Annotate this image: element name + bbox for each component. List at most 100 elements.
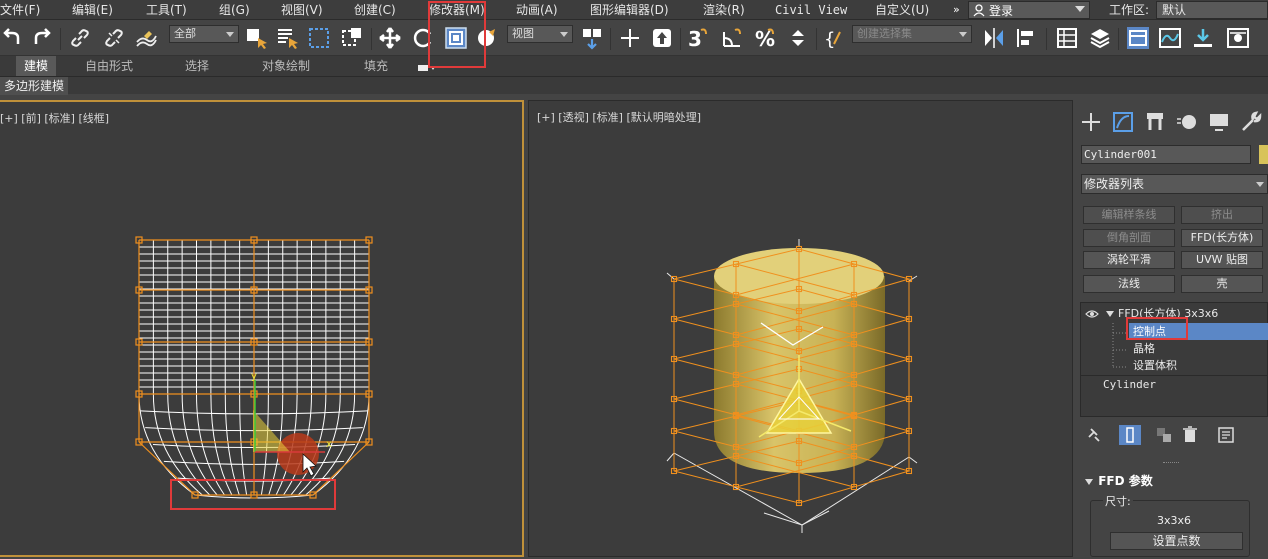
stack-item-ffd[interactable]: FFD(长方体) 3x3x6: [1085, 305, 1218, 322]
tab-freeform[interactable]: 自由形式: [85, 56, 133, 76]
rect-selection-region-icon[interactable]: [307, 26, 331, 50]
login-dropdown[interactable]: 登录: [968, 1, 1090, 19]
utilities-tab-icon[interactable]: [1239, 110, 1263, 134]
tab-polygon-modeling[interactable]: 多边形建模: [0, 77, 69, 95]
create-tab-icon[interactable]: [1079, 110, 1103, 134]
ffd-box-button[interactable]: FFD(长方体): [1181, 229, 1263, 247]
select-manipulate-icon[interactable]: [618, 26, 642, 50]
workspace-label: 工作区:: [1109, 3, 1150, 17]
layer-explorer-icon[interactable]: [1088, 26, 1112, 50]
object-name-field[interactable]: Cylinder001: [1081, 145, 1251, 164]
eye-icon[interactable]: [1085, 309, 1099, 319]
menu-graph-editors[interactable]: 图形编辑器(D): [590, 0, 669, 20]
perspective-viewport[interactable]: [+] [透视] [标准] [默认明暗处理]: [528, 100, 1073, 557]
bind-space-warp-icon[interactable]: [134, 26, 158, 50]
front-viewport[interactable]: [+] [前] [标准] [线框] y x: [0, 100, 524, 557]
front-view-gizmo: y x: [251, 371, 332, 477]
workspace-value: 默认: [1162, 3, 1187, 17]
workspace-dropdown[interactable]: 默认: [1156, 1, 1268, 19]
spinner-snap-icon[interactable]: [786, 26, 810, 50]
extrude-button[interactable]: 挤出: [1181, 206, 1263, 224]
move-icon[interactable]: [378, 26, 402, 50]
rotate-gizmo-sphere[interactable]: [277, 433, 319, 475]
select-and-place-icon[interactable]: [475, 26, 499, 50]
display-tab-icon[interactable]: [1207, 110, 1231, 134]
reference-coordinate-value: 视图: [512, 27, 534, 40]
toolbar-divider: [60, 28, 61, 50]
select-by-name-icon[interactable]: [275, 26, 299, 50]
modifier-list-dropdown[interactable]: 修改器列表: [1081, 174, 1268, 194]
rotate-icon[interactable]: [411, 26, 435, 50]
window-crossing-icon[interactable]: [340, 26, 364, 50]
menu-edit[interactable]: 编辑(E): [72, 0, 113, 20]
selection-filter-dropdown[interactable]: 全部: [169, 25, 239, 43]
menu-view[interactable]: 视图(V): [281, 0, 323, 20]
motion-tab-icon[interactable]: [1175, 110, 1199, 134]
panel-divider-grip[interactable]: [1163, 462, 1179, 464]
unlink-icon[interactable]: [102, 26, 126, 50]
ribbon-options-icon[interactable]: [418, 62, 435, 71]
shell-button[interactable]: 壳: [1181, 275, 1263, 293]
trash-icon[interactable]: [1182, 426, 1198, 444]
material-editor-icon[interactable]: [1226, 26, 1250, 50]
toolbar-divider: [371, 28, 372, 50]
select-and-scale-icon[interactable]: [444, 26, 468, 50]
menu-tools[interactable]: 工具(T): [146, 0, 187, 20]
menu-create[interactable]: 创建(C): [354, 0, 396, 20]
reference-coordinate-dropdown[interactable]: 视图: [507, 25, 573, 43]
object-color-swatch[interactable]: [1259, 145, 1268, 164]
selection-filter-value: 全部: [174, 27, 196, 40]
normal-button[interactable]: 法线: [1083, 275, 1175, 293]
make-unique-icon[interactable]: [1155, 426, 1175, 444]
stack-item-cylinder[interactable]: Cylinder: [1103, 376, 1156, 393]
ffd-params-rollout[interactable]: FFD 参数: [1080, 472, 1268, 490]
bevel-profile-button[interactable]: 倒角剖面: [1083, 229, 1175, 247]
undo-icon[interactable]: [0, 26, 24, 50]
turbosmooth-button[interactable]: 涡轮平滑: [1083, 251, 1175, 269]
edit-named-selection-icon[interactable]: {: [822, 26, 846, 50]
curve-editor-icon[interactable]: [1158, 26, 1182, 50]
ribbon-tabs: 建模 自由形式 选择 对象绘制 填充: [0, 56, 1268, 76]
percent-snap-icon[interactable]: %: [753, 26, 777, 50]
svg-text:{: {: [824, 29, 835, 50]
hierarchy-tab-icon[interactable]: [1143, 110, 1167, 134]
tab-modeling[interactable]: 建模: [16, 56, 57, 76]
select-object-icon[interactable]: [244, 26, 268, 50]
command-panel-tabs: [1073, 110, 1268, 136]
scene-explorer-icon[interactable]: [1055, 26, 1079, 50]
snaps-toggle-icon[interactable]: 3: [686, 26, 710, 50]
menu-rendering[interactable]: 渲染(R): [703, 0, 745, 20]
toolbar-divider: [816, 28, 817, 50]
align-icon[interactable]: [1014, 26, 1038, 50]
keyboard-shortcut-override-icon[interactable]: [650, 26, 674, 50]
tab-object-paint[interactable]: 对象绘制: [262, 56, 310, 76]
menu-overflow-icon[interactable]: »: [953, 0, 967, 20]
schematic-view-icon[interactable]: [1191, 26, 1215, 50]
redo-icon[interactable]: [30, 26, 54, 50]
uvw-map-button[interactable]: UVW 贴图: [1181, 251, 1263, 269]
ribbon-panel-bar: 多边形建模: [0, 76, 1268, 95]
edit-spline-button[interactable]: 编辑样条线: [1083, 206, 1175, 224]
named-selection-dropdown[interactable]: 创建选择集: [852, 25, 972, 43]
menu-customize[interactable]: 自定义(U): [875, 0, 929, 20]
pivot-point-center-icon[interactable]: [580, 26, 604, 50]
tab-populate[interactable]: 填充: [364, 56, 388, 76]
show-end-result-button[interactable]: [1119, 425, 1141, 445]
expand-arrow-icon[interactable]: [1105, 309, 1115, 319]
menu-animation[interactable]: 动画(A): [516, 0, 558, 20]
menu-group[interactable]: 组(G): [219, 0, 250, 20]
angle-snap-icon[interactable]: [720, 26, 744, 50]
menu-civil-view[interactable]: Civil View: [775, 0, 847, 20]
configure-modifier-sets-icon[interactable]: [1218, 427, 1234, 443]
tab-selection[interactable]: 选择: [185, 56, 209, 76]
mirror-icon[interactable]: [982, 26, 1006, 50]
show-end-result-icon: [1126, 427, 1134, 443]
menu-file[interactable]: 文件(F): [0, 0, 40, 20]
set-number-of-points-button[interactable]: 设置点数: [1110, 532, 1243, 550]
x-axis-label: x: [326, 439, 332, 450]
link-icon[interactable]: [68, 26, 92, 50]
pin-stack-icon[interactable]: [1087, 427, 1101, 443]
toggle-ribbon-icon[interactable]: [1126, 26, 1150, 50]
menu-modifiers[interactable]: 修改器(M): [429, 0, 485, 20]
modify-tab-icon[interactable]: [1111, 110, 1135, 134]
